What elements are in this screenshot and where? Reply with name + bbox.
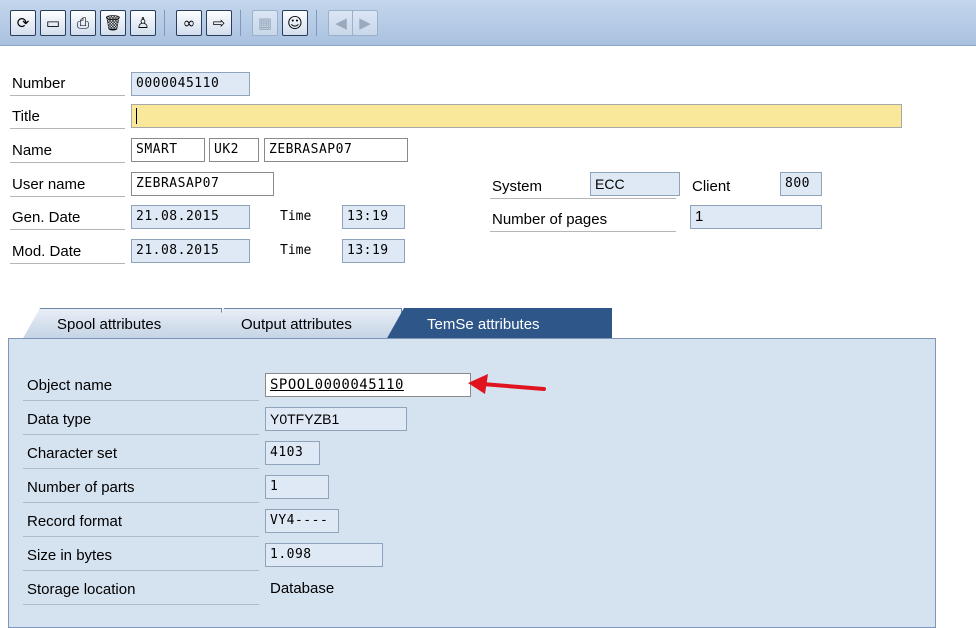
- data-type-label: Data type: [23, 405, 259, 435]
- object-name-label: Object name: [23, 371, 259, 401]
- user-icon[interactable]: ☺: [282, 10, 308, 36]
- refresh-icon[interactable]: ⟳: [10, 10, 36, 36]
- number-of-pages-label: Number of pages: [490, 208, 676, 232]
- print-icon[interactable]: ⎙: [70, 10, 96, 36]
- name-label: Name: [10, 139, 125, 163]
- mod-time-field: 13:19: [342, 239, 405, 263]
- mod-date-field: 21.08.2015: [131, 239, 250, 263]
- toolbar-separator: [164, 10, 165, 36]
- mod-date-label: Mod. Date: [10, 240, 125, 264]
- owner-icon[interactable]: ♙: [130, 10, 156, 36]
- application-toolbar: ⟳ ▭ ⎙ 🗑 ♙ ∞ ⇨ ▦ ☺ ◀ ▶: [0, 0, 976, 46]
- toolbar-separator: [240, 10, 241, 36]
- character-set-label: Character set: [23, 439, 259, 469]
- name-field-3[interactable]: ZEBRASAP07: [264, 138, 408, 162]
- record-format-label: Record format: [23, 507, 259, 537]
- attributes-icon[interactable]: ▦: [252, 10, 278, 36]
- storage-location-value: Database: [270, 580, 335, 597]
- user-name-field[interactable]: ZEBRASAP07: [131, 172, 274, 196]
- gen-date-label: Gen. Date: [10, 206, 125, 230]
- client-field: 800: [780, 172, 822, 196]
- storage-location-label: Storage location: [23, 575, 259, 605]
- text-cursor: [136, 108, 137, 125]
- title-label: Title: [10, 105, 125, 129]
- name-field-1[interactable]: SMART: [131, 138, 205, 162]
- previous-icon[interactable]: ◀: [328, 10, 354, 36]
- mod-time-label: Time: [280, 243, 312, 258]
- size-in-bytes-field: 1.098: [265, 543, 383, 567]
- title-input[interactable]: [131, 104, 902, 128]
- tab-output-attributes[interactable]: Output attributes: [206, 308, 402, 340]
- tab-spool-attributes[interactable]: Spool attributes: [22, 308, 222, 340]
- forward-icon[interactable]: ⇨: [206, 10, 232, 36]
- object-name-field[interactable]: SPOOL0000045110: [265, 373, 471, 397]
- gen-date-field: 21.08.2015: [131, 205, 250, 229]
- size-in-bytes-label: Size in bytes: [23, 541, 259, 571]
- user-name-label: User name: [10, 173, 125, 197]
- tab-temse-attributes[interactable]: TemSe attributes: [386, 308, 612, 340]
- number-of-parts-field: 1: [265, 475, 329, 499]
- system-field: ECC: [590, 172, 680, 196]
- glasses-icon[interactable]: ∞: [176, 10, 202, 36]
- number-of-parts-label: Number of parts: [23, 473, 259, 503]
- next-icon[interactable]: ▶: [352, 10, 378, 36]
- gen-time-field: 13:19: [342, 205, 405, 229]
- data-type-field: Y0TFYZB1: [265, 407, 407, 431]
- client-label: Client: [692, 178, 731, 195]
- name-field-2[interactable]: UK2: [209, 138, 259, 162]
- number-label: Number: [10, 72, 125, 96]
- number-of-pages-field: 1: [690, 205, 822, 229]
- display-icon[interactable]: ▭: [40, 10, 66, 36]
- red-arrow-icon: [468, 374, 546, 394]
- gen-time-label: Time: [280, 209, 312, 224]
- toolbar-separator: [316, 10, 317, 36]
- record-format-field: VY4----: [265, 509, 339, 533]
- character-set-field: 4103: [265, 441, 320, 465]
- delete-icon[interactable]: 🗑: [100, 10, 126, 36]
- number-field: 0000045110: [131, 72, 250, 96]
